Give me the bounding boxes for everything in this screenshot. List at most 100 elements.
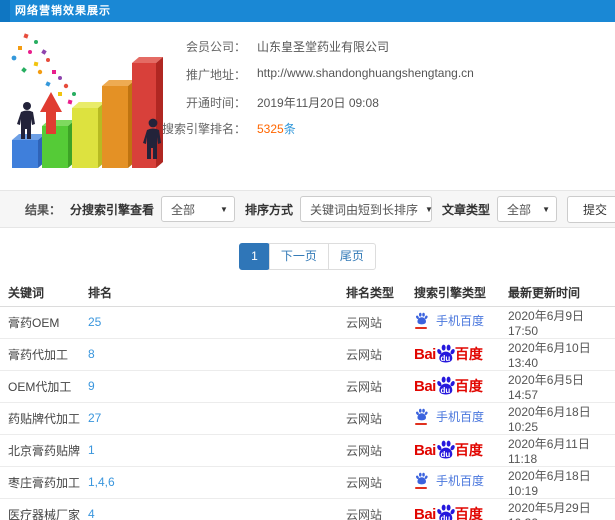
rank-cell: 1: [88, 434, 346, 467]
table-row: 药贴牌代加工 27 云网站 手机百度 2020年6月18日 10:25: [0, 402, 615, 435]
article-type-select[interactable]: 全部 ▼: [496, 196, 557, 222]
title-bar: 网络营销效果展示: [0, 0, 615, 22]
baidu-logo-badge: Bai du 百度: [414, 439, 483, 462]
company-link[interactable]: 山东皇圣堂药业有限公司: [257, 38, 389, 55]
rank-link[interactable]: 4: [88, 507, 95, 520]
rank-link[interactable]: 27: [88, 411, 101, 425]
keyword-cell: 枣庄膏药加工: [0, 466, 88, 499]
baidu-paw-icon: du: [435, 375, 456, 396]
keyword-cell: 药贴牌代加工: [0, 402, 88, 435]
rank-link[interactable]: 8: [88, 347, 95, 361]
promotion-url-link[interactable]: http://www.shandonghuangshengtang.cn: [257, 66, 474, 83]
rank-type-cell: 云网站: [346, 402, 414, 435]
header-rank: 排名: [88, 280, 346, 307]
page: 网络营销效果展示 会员公司： 山东皇圣堂药业有限公司 推广地址： http://…: [0, 0, 615, 520]
chevron-down-icon: ▼: [424, 204, 433, 214]
rank-count-number: 5325: [257, 122, 284, 136]
baidu-paw-icon: [414, 472, 430, 489]
pagination: 1 下一页 尾页: [0, 243, 615, 270]
keyword-cell: 医疗器械厂家: [0, 498, 88, 520]
table-row: 膏药代加工 8 云网站 Bai du 百度 2020年6月10日 13:40: [0, 338, 615, 371]
info-row-rank-count: 搜索引擎排名： 5325条: [0, 120, 600, 137]
page-title: 网络营销效果展示: [15, 5, 111, 17]
baidu-bai-text: Bai: [414, 377, 436, 395]
pagination-next-button[interactable]: 下一页: [268, 243, 329, 270]
title-bar-accent: [0, 0, 10, 22]
header-updated: 最新更新时间: [508, 280, 615, 307]
header-keyword: 关键词: [0, 280, 88, 307]
keyword-cell: 膏药OEM: [0, 306, 88, 339]
pagination-last-button[interactable]: 尾页: [327, 243, 376, 270]
keyword-cell: OEM代加工: [0, 370, 88, 403]
chevron-down-icon: ▼: [220, 204, 228, 214]
engine-type-cell: 手机百度: [414, 466, 508, 499]
baidu-red-underline: [415, 487, 427, 489]
filter-controls: 分搜索引擎查看 全部 ▼ 排序方式 关键词由短到长排序 ▼ 文章类型 全部 ▼ …: [70, 195, 615, 223]
result-label: 结果：: [25, 202, 62, 217]
engine-type-cell: Bai du 百度: [414, 370, 508, 403]
table-row: 枣庄膏药加工 1,4,6 云网站 手机百度 2020年6月18日 10:19: [0, 466, 615, 499]
updated-cell: 2020年6月18日 10:25: [508, 402, 615, 435]
baidu-logo-badge: Bai du 百度: [414, 375, 483, 398]
engine-rank-label: 搜索引擎排名：: [161, 122, 246, 136]
rank-link[interactable]: 9: [88, 379, 95, 393]
baidu-bai-text: Bai: [414, 505, 436, 520]
mobile-baidu-badge: 手机百度: [414, 312, 484, 329]
rank-cell: 1,4,6: [88, 466, 346, 499]
rank-cell: 9: [88, 370, 346, 403]
sort-filter-label: 排序方式: [244, 202, 293, 217]
mobile-baidu-badge: 手机百度: [414, 408, 484, 425]
open-time-value: 2019年11月20日 09:08: [257, 96, 379, 110]
updated-cell: 2020年6月10日 13:40: [508, 338, 615, 371]
baidu-paw-icon: du: [435, 439, 456, 460]
rank-count-unit: 条: [283, 122, 296, 136]
table-row: 北京膏药贴牌 1 云网站 Bai du 百度 2020年6月11日 11:18: [0, 434, 615, 467]
table-row: 医疗器械厂家 4 云网站 Bai du 百度 2020年5月29日: [0, 498, 615, 520]
info-row-opened: 开通时间： 2019年11月20日 09:08: [0, 94, 600, 111]
info-row-url: 推广地址： http://www.shandonghuangshengtang.…: [0, 66, 600, 83]
engine-type-cell: Bai du 百度: [414, 434, 508, 467]
rank-link[interactable]: 1,4,6: [88, 475, 115, 489]
mobile-baidu-label: 手机百度: [436, 410, 485, 424]
baidu-zh-text: 百度: [454, 442, 483, 458]
rank-cell: 4: [88, 498, 346, 520]
updated-cell: 2020年6月9日 17:50: [508, 306, 615, 339]
baidu-du-text: du: [440, 513, 451, 520]
rank-cell: 25: [88, 306, 346, 339]
baidu-zh-text: 百度: [454, 506, 483, 520]
baidu-red-underline: [415, 327, 427, 329]
pagination-page-1[interactable]: 1: [239, 243, 270, 270]
baidu-du-text: du: [440, 385, 451, 395]
table-row: 膏药OEM 25 云网站 手机百度 2020年6月9日 17:50: [0, 306, 615, 339]
rank-cell: 27: [88, 402, 346, 435]
table-row: OEM代加工 9 云网站 Bai du 百度 2020年6月5日 14:57: [0, 370, 615, 403]
engine-type-cell: Bai du 百度: [414, 338, 508, 371]
submit-button[interactable]: 提交: [566, 195, 615, 223]
baidu-bai-text: Bai: [414, 441, 436, 459]
article-type-value: 全部: [506, 202, 531, 217]
sort-filter-select[interactable]: 关键词由短到长排序 ▼: [299, 196, 433, 222]
rank-type-cell: 云网站: [346, 498, 414, 520]
updated-cell: 2020年6月18日 10:19: [508, 466, 615, 499]
article-type-label: 文章类型: [441, 202, 490, 217]
rank-cell: 8: [88, 338, 346, 371]
rank-type-cell: 云网站: [346, 370, 414, 403]
baidu-du-text: du: [440, 449, 451, 459]
engine-type-cell: 手机百度: [414, 402, 508, 435]
baidu-paw-icon: du: [435, 343, 456, 364]
open-time-label: 开通时间：: [185, 96, 246, 110]
updated-cell: 2020年6月5日 14:57: [508, 370, 615, 403]
member-info-section: 会员公司： 山东皇圣堂药业有限公司 推广地址： http://www.shand…: [0, 22, 615, 190]
baidu-bai-text: Bai: [414, 345, 436, 363]
promotion-url-label: 推广地址：: [185, 68, 246, 82]
rank-type-cell: 云网站: [346, 466, 414, 499]
rank-link[interactable]: 25: [88, 315, 101, 329]
rank-link[interactable]: 1: [88, 443, 95, 457]
results-table-body: 膏药OEM 25 云网站 手机百度 2020年6月9日 17:50 膏药代加工 …: [0, 306, 615, 520]
keyword-cell: 膏药代加工: [0, 338, 88, 371]
engine-filter-value: 全部: [170, 202, 195, 217]
rank-type-cell: 云网站: [346, 338, 414, 371]
engine-filter-select[interactable]: 全部 ▼: [160, 196, 235, 222]
rank-type-cell: 云网站: [346, 306, 414, 339]
keyword-cell: 北京膏药贴牌: [0, 434, 88, 467]
